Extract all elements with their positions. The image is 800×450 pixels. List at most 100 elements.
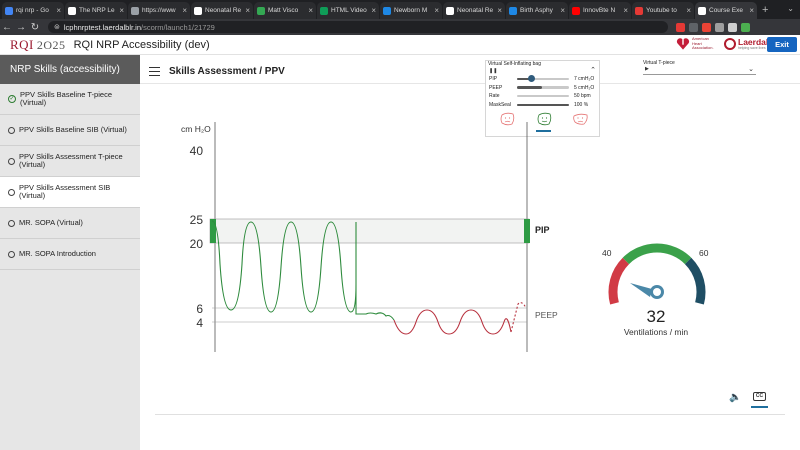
menu-icon[interactable] bbox=[149, 67, 160, 78]
tab-favicon bbox=[698, 6, 706, 15]
collapse-chevron-icon[interactable]: ⌃ bbox=[590, 66, 596, 74]
app-title: RQI NRP Accessibility (dev) bbox=[73, 38, 210, 51]
browser-tab[interactable]: InnovBte N × bbox=[569, 2, 631, 19]
setting-slider[interactable] bbox=[517, 74, 569, 82]
browser-tab-bar: rqi nrp - Go × The NRP Le × https://www × Neon… bbox=[0, 0, 800, 19]
browser-tab[interactable]: Neonatal Re × bbox=[443, 2, 505, 19]
browser-tab[interactable]: HTML Video × bbox=[317, 2, 379, 19]
gauge-low-segment bbox=[608, 257, 630, 305]
browser-toolbar: ← → ↻ ⊜ lcphnrptest.laerdalblr.in/scorm/… bbox=[0, 19, 800, 35]
tab-close-icon[interactable]: × bbox=[371, 6, 376, 15]
empty-circle-icon bbox=[8, 250, 15, 258]
sidebar-item[interactable]: MR. SOPA Introduction bbox=[0, 239, 140, 270]
tab-close-icon[interactable]: × bbox=[749, 6, 754, 15]
extension-icon[interactable] bbox=[676, 22, 685, 32]
play-icon[interactable]: ▶ bbox=[645, 66, 649, 72]
tab-close-icon[interactable]: × bbox=[119, 6, 124, 15]
sidebar-item-label: PPV Skills Baseline T-piece (Virtual) bbox=[20, 89, 112, 107]
ventilation-rate-label: Ventilations / min bbox=[623, 327, 689, 337]
pressure-waveform-graph: cm H₂O 40 25 20 64 PIP PEEP bbox=[181, 122, 558, 352]
tab-favicon bbox=[572, 6, 580, 15]
tab-close-icon[interactable]: × bbox=[686, 6, 691, 15]
tab-title: The NRP Le bbox=[79, 7, 115, 14]
tab-close-icon[interactable]: × bbox=[182, 6, 187, 15]
sidebar-item-label: PPV Skills Assessment T-piece (Virtual) bbox=[19, 151, 123, 169]
browser-tab[interactable]: Matt Visco × bbox=[254, 2, 316, 19]
sidebar-item[interactable]: PPV Skills Baseline SIB (Virtual) bbox=[0, 115, 140, 146]
sidebar-item[interactable]: MR. SOPA (Virtual) bbox=[0, 208, 140, 239]
empty-circle-icon bbox=[8, 188, 15, 196]
browser-tab[interactable]: The NRP Le × bbox=[65, 2, 127, 19]
ventilation-rate-value: 32 bbox=[646, 307, 666, 326]
gauge-max-label: 60 bbox=[699, 248, 709, 258]
forward-icon[interactable]: → bbox=[14, 22, 28, 33]
browser-tab[interactable]: Birth Asphy × bbox=[506, 2, 568, 19]
url-path: /scorm/launch1/21729 bbox=[141, 22, 215, 32]
pip-band-marker-right bbox=[524, 219, 530, 243]
closed-captions-button[interactable]: CC bbox=[753, 392, 766, 401]
tab-title: InnovBte N bbox=[583, 7, 616, 14]
pip-label: PIP bbox=[535, 225, 550, 235]
reload-icon[interactable]: ↻ bbox=[28, 22, 42, 33]
extension-icon[interactable] bbox=[728, 22, 737, 32]
browser-tab[interactable]: Youtube to × bbox=[632, 2, 694, 19]
tab-favicon bbox=[320, 6, 328, 15]
gauge-needle bbox=[630, 283, 652, 297]
empty-circle-icon bbox=[8, 157, 15, 165]
tab-favicon bbox=[5, 6, 13, 15]
address-bar[interactable]: ⊜ lcphnrptest.laerdalblr.in/scorm/launch… bbox=[48, 21, 668, 33]
sidebar-item[interactable]: PPV Skills Assessment T-piece (Virtual) bbox=[0, 146, 140, 177]
tab-close-icon[interactable]: × bbox=[434, 6, 439, 15]
tab-search-chevron-icon[interactable]: ⌄ bbox=[787, 4, 794, 13]
new-tab-button[interactable]: + bbox=[762, 2, 768, 19]
sidebar-item-label: MR. SOPA (Virtual) bbox=[19, 217, 83, 227]
pause-icon[interactable]: ❚❚ bbox=[489, 68, 497, 74]
y-tick-label: 25 bbox=[190, 213, 204, 227]
pressure-waveform-current bbox=[510, 302, 527, 333]
tab-close-icon[interactable]: × bbox=[623, 6, 628, 15]
tab-title: rqi nrp - Go bbox=[16, 7, 49, 14]
browser-tab[interactable]: Neonatal Re × bbox=[191, 2, 253, 19]
exit-button[interactable]: Exit bbox=[767, 37, 797, 52]
back-icon[interactable]: ← bbox=[0, 22, 14, 33]
tab-close-icon[interactable]: × bbox=[56, 6, 61, 15]
site-info-icon[interactable]: ⊜ bbox=[54, 23, 60, 31]
tab-close-icon[interactable]: × bbox=[245, 6, 250, 15]
browser-tab[interactable]: Course Exe × bbox=[695, 2, 757, 19]
browser-tab[interactable]: https://www × bbox=[128, 2, 190, 19]
tab-title: Matt Visco bbox=[268, 7, 299, 14]
sidebar-item[interactable]: PPV Skills Assessment SIB (Virtual) bbox=[0, 177, 140, 208]
browser-tab[interactable]: Newborn M × bbox=[380, 2, 442, 19]
tab-favicon bbox=[446, 6, 454, 15]
extension-icon[interactable] bbox=[741, 22, 750, 32]
gauge-target-segment bbox=[622, 243, 692, 265]
slider-handle[interactable] bbox=[528, 74, 536, 82]
tab-close-icon[interactable]: × bbox=[308, 6, 313, 15]
virtual-t-piece-select[interactable]: ▶ ⌄ bbox=[643, 66, 756, 75]
chevron-down-icon[interactable]: ⌄ bbox=[748, 65, 754, 73]
extension-icon[interactable] bbox=[715, 22, 724, 32]
tab-title: Course Exe bbox=[709, 7, 743, 14]
browser-tab[interactable]: rqi nrp - Go × bbox=[2, 2, 64, 19]
extension-icon[interactable] bbox=[689, 22, 698, 32]
tab-title: Newborn M bbox=[394, 7, 428, 14]
setting-value: 7 cmH₂O bbox=[574, 76, 595, 82]
setting-row: PIP 7 cmH₂O bbox=[489, 74, 599, 83]
check-circle-icon: ✓ bbox=[8, 95, 16, 103]
y-tick-label: 20 bbox=[190, 237, 204, 251]
tab-title: Neonatal Re bbox=[205, 7, 242, 14]
y-tick-label: 6 bbox=[196, 302, 203, 316]
tab-close-icon[interactable]: × bbox=[560, 6, 565, 15]
heart-torch-icon bbox=[676, 38, 690, 50]
setting-label: PIP bbox=[489, 76, 498, 82]
empty-circle-icon bbox=[8, 219, 15, 227]
extensions-area bbox=[676, 22, 750, 32]
volume-icon[interactable]: 🔈 bbox=[729, 392, 741, 403]
extension-icon[interactable] bbox=[702, 22, 711, 32]
sidebar-item[interactable]: ✓ PPV Skills Baseline T-piece (Virtual) bbox=[0, 84, 140, 115]
url-host: lcphnrptest.laerdalblr.in bbox=[63, 22, 142, 32]
tab-title: Neonatal Re bbox=[457, 7, 494, 14]
gauge-high-segment bbox=[684, 257, 706, 305]
aha-logo: American Heart Association. bbox=[676, 37, 714, 51]
tab-close-icon[interactable]: × bbox=[497, 6, 502, 15]
